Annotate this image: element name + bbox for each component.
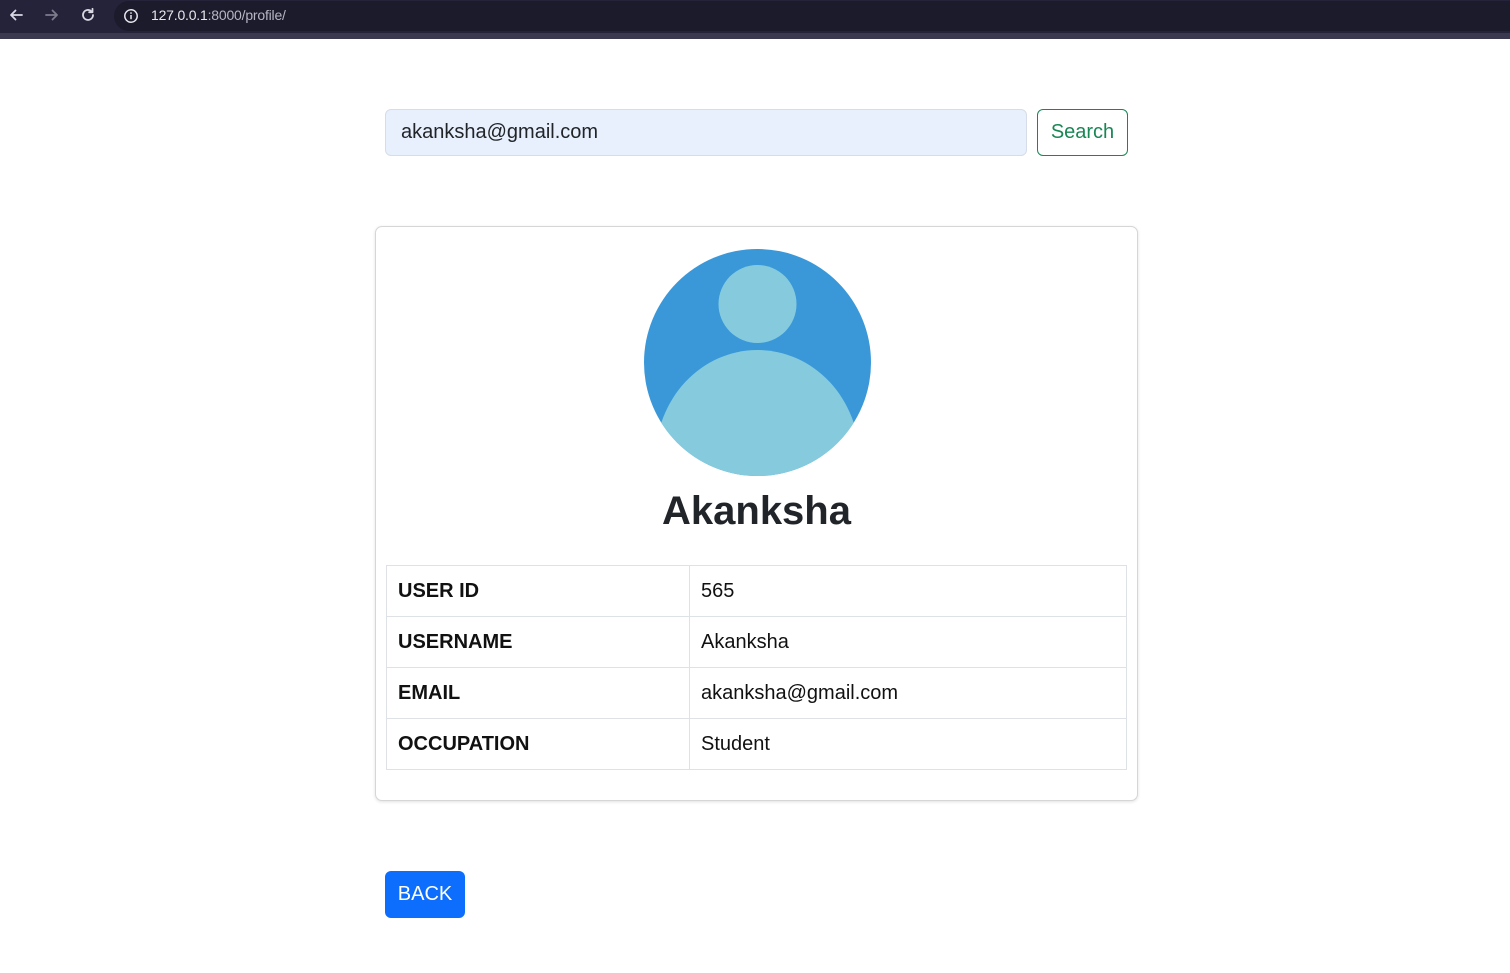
row-key: USERNAME [386, 616, 690, 668]
profile-card: Akanksha USER ID 565 USERNAME Akanksha E… [375, 226, 1138, 801]
reload-icon[interactable] [77, 4, 99, 26]
row-key: OCCUPATION [386, 718, 690, 770]
toolbar-divider [0, 33, 1510, 39]
row-value: Akanksha [689, 616, 1127, 668]
back-arrow-icon[interactable] [5, 4, 27, 26]
profile-details-table: USER ID 565 USERNAME Akanksha EMAIL akan… [386, 565, 1127, 770]
forward-arrow-icon[interactable] [41, 4, 63, 26]
row-key: USER ID [386, 565, 690, 617]
avatar-icon [644, 249, 871, 476]
table-row: OCCUPATION Student [386, 718, 1127, 770]
browser-toolbar: 127.0.0.1:8000/profile/ [0, 0, 1510, 39]
back-button[interactable]: BACK [385, 871, 465, 918]
url-host: 127.0.0.1 [151, 7, 208, 23]
address-bar[interactable]: 127.0.0.1:8000/profile/ [114, 1, 1510, 31]
row-value: 565 [689, 565, 1127, 617]
table-row: EMAIL akanksha@gmail.com [386, 667, 1127, 719]
profile-name: Akanksha [662, 489, 851, 533]
row-value: Student [689, 718, 1127, 770]
row-value: akanksha@gmail.com [689, 667, 1127, 719]
url-text: 127.0.0.1:8000/profile/ [151, 7, 286, 23]
row-key: EMAIL [386, 667, 690, 719]
url-path: :8000/profile/ [207, 7, 286, 23]
table-row: USERNAME Akanksha [386, 616, 1127, 668]
table-row: USER ID 565 [386, 565, 1127, 617]
search-button[interactable]: Search [1037, 109, 1128, 156]
site-info-icon[interactable] [123, 8, 139, 24]
search-input[interactable] [385, 109, 1027, 156]
